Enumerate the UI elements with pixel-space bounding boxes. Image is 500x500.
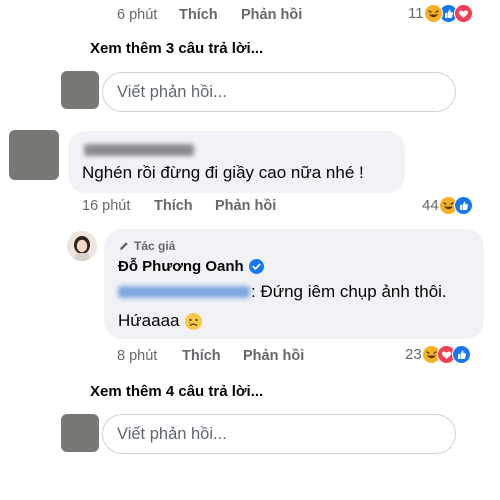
- reaction-summary[interactable]: 44: [422, 196, 473, 215]
- reply-button[interactable]: Phản hồi: [215, 198, 276, 214]
- comment-time: 6 phút: [117, 7, 158, 23]
- reaction-summary[interactable]: 11: [408, 4, 473, 23]
- like-button[interactable]: Thích: [182, 348, 243, 364]
- comment-time: 16 phút: [82, 198, 131, 214]
- reply-text-2: Hứaaaa: [118, 311, 180, 330]
- like-icon: [453, 196, 473, 215]
- sad-face-icon: [184, 312, 203, 331]
- reaction-count: 11: [408, 5, 424, 22]
- love-icon: [453, 4, 473, 23]
- reply-text: : Đứng iêm chụp ảnh thôi.: [251, 282, 447, 301]
- avatar: [9, 130, 59, 180]
- author-badge: Tác giả: [118, 239, 175, 253]
- see-more-replies-link[interactable]: Xem thêm 4 câu trả lời...: [90, 383, 263, 400]
- author-name[interactable]: Đỗ Phương Oanh: [118, 258, 244, 275]
- pen-icon: [118, 240, 130, 252]
- author-name-row: Đỗ Phương Oanh: [118, 258, 264, 275]
- avatar: [61, 414, 99, 452]
- author-reply-actions: 8 phút Thích Phản hồi: [117, 346, 304, 366]
- reply-input[interactable]: Viết phản hồi...: [102, 72, 456, 112]
- reply-text-line2: Hứaaaa: [118, 311, 203, 331]
- haha-icon: [423, 4, 443, 23]
- like-button[interactable]: Thích: [179, 7, 241, 23]
- reaction-summary[interactable]: 23: [405, 345, 471, 364]
- reply-input-placeholder: Viết phản hồi...: [117, 424, 227, 443]
- reply-button[interactable]: Phản hồi: [241, 7, 302, 23]
- like-button[interactable]: Thích: [154, 198, 215, 214]
- comment-bubble: Nghén rồi đừng đi giầy cao nữa nhé !: [68, 131, 405, 193]
- comment-actions-top: 6 phút Thích Phản hồi: [117, 5, 302, 25]
- reaction-count: 23: [405, 346, 422, 363]
- reaction-count: 44: [422, 197, 439, 214]
- author-reply-bubble: Tác giả Đỗ Phương Oanh : Đứng iêm chụp ả…: [104, 229, 484, 339]
- author-badge-label: Tác giả: [134, 239, 176, 253]
- see-more-replies-link[interactable]: Xem thêm 3 câu trả lời...: [90, 40, 263, 57]
- like-icon: [451, 345, 471, 364]
- reply-button[interactable]: Phản hồi: [243, 348, 304, 364]
- avatar: [61, 71, 99, 109]
- reply-input[interactable]: Viết phản hồi...: [102, 414, 456, 454]
- author-avatar: [67, 231, 97, 261]
- comment-time: 8 phút: [117, 348, 158, 364]
- reply-input-placeholder: Viết phản hồi...: [117, 82, 227, 101]
- mentioned-name-redacted[interactable]: [118, 286, 250, 298]
- commenter-name-redacted: [84, 144, 194, 156]
- reply-text-line1: : Đứng iêm chụp ảnh thôi.: [118, 282, 447, 302]
- verified-badge-icon: [248, 259, 264, 274]
- comment-text: Nghén rồi đừng đi giầy cao nữa nhé !: [82, 163, 364, 182]
- comment-actions: 16 phút Thích Phản hồi: [82, 196, 276, 216]
